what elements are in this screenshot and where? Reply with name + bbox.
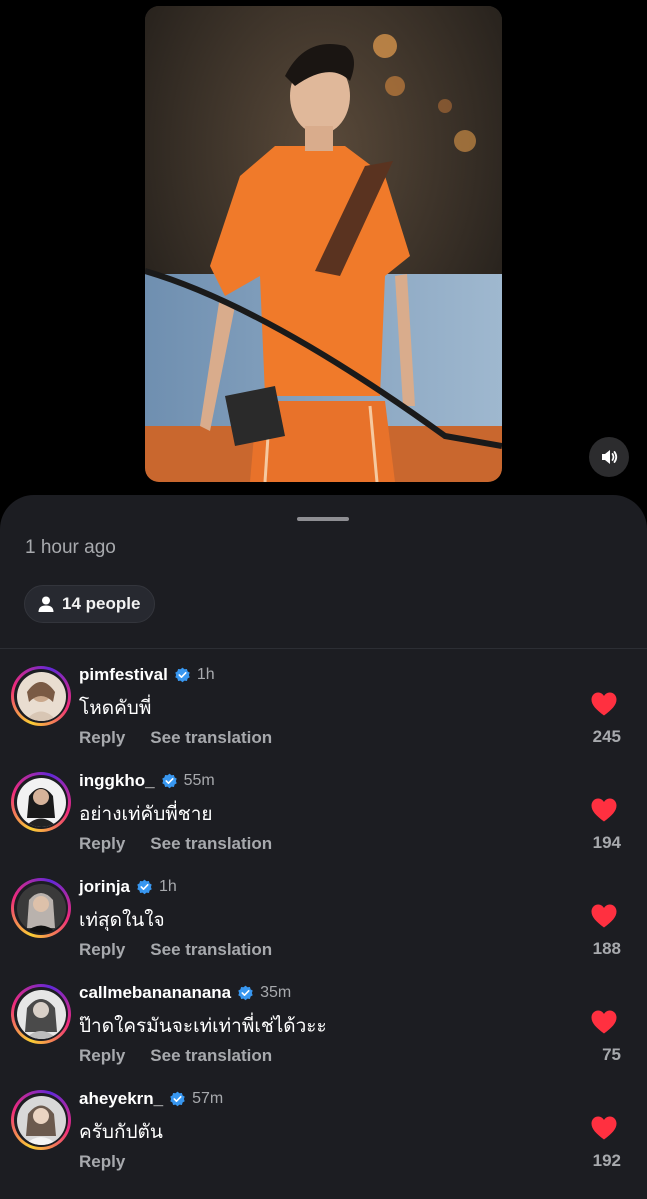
avatar-image bbox=[16, 1095, 66, 1145]
post-timestamp: 1 hour ago bbox=[25, 537, 116, 558]
comment-username[interactable]: pimfestival bbox=[79, 665, 168, 685]
heart-icon[interactable] bbox=[590, 1009, 618, 1035]
mute-button[interactable] bbox=[589, 437, 629, 477]
sheet-grabber[interactable] bbox=[297, 517, 349, 521]
comment-time: 1h bbox=[159, 878, 177, 895]
story-media-area bbox=[0, 0, 647, 500]
heart-icon[interactable] bbox=[590, 903, 618, 929]
audience-chip[interactable]: 14 people bbox=[24, 585, 156, 623]
reply-button[interactable]: Reply bbox=[79, 728, 125, 748]
comment-time: 1h bbox=[196, 666, 215, 683]
avatar[interactable] bbox=[11, 984, 71, 1044]
comment-list: pimfestival 1h โหดคับพี่ Reply See trans… bbox=[0, 655, 647, 1185]
like-count: 188 bbox=[592, 939, 621, 958]
verified-badge-icon bbox=[238, 985, 253, 1000]
reply-button[interactable]: Reply bbox=[79, 1046, 125, 1066]
avatar[interactable] bbox=[11, 878, 71, 938]
comment-time: 35m bbox=[260, 984, 292, 1001]
video-frame bbox=[145, 6, 502, 482]
comments-sheet: 1 hour ago 14 people pimfestival 1h โหดค… bbox=[0, 495, 647, 1199]
avatar-image bbox=[16, 671, 66, 721]
verified-badge-icon bbox=[170, 1091, 185, 1106]
comment-item: pimfestival 1h โหดคับพี่ Reply See trans… bbox=[0, 655, 647, 761]
avatar[interactable] bbox=[11, 1090, 71, 1150]
avatar-image bbox=[16, 777, 66, 827]
see-translation-button[interactable]: See translation bbox=[150, 728, 272, 748]
comment-time: 55m bbox=[183, 772, 215, 789]
speaker-icon bbox=[602, 450, 618, 464]
see-translation-button[interactable]: See translation bbox=[150, 940, 272, 960]
comment-item: jorinja 1h เท่สุดในใจ Reply See translat… bbox=[0, 867, 647, 973]
avatar[interactable] bbox=[11, 666, 71, 726]
person-icon bbox=[38, 596, 54, 612]
comment-username[interactable]: inggkho_ bbox=[79, 771, 155, 791]
audience-label: 14 people bbox=[62, 594, 141, 613]
divider bbox=[0, 648, 647, 649]
comment-time: 57m bbox=[192, 1090, 224, 1107]
comment-text: เท่สุดในใจ bbox=[79, 910, 165, 931]
comment-text: โหดคับพี่ bbox=[79, 698, 152, 719]
like-count: 192 bbox=[592, 1151, 621, 1170]
see-translation-button[interactable]: See translation bbox=[150, 834, 272, 854]
verified-badge-icon bbox=[137, 879, 152, 894]
comment-text: อย่างเท่คับพี่ชาย bbox=[79, 804, 213, 825]
reply-button[interactable]: Reply bbox=[79, 940, 125, 960]
comment-username[interactable]: jorinja bbox=[79, 877, 130, 897]
heart-icon[interactable] bbox=[590, 691, 618, 717]
avatar-image bbox=[16, 989, 66, 1039]
comment-text: ป๊าดใครมันจะเท่เท่าพี่เช่ได้วะะ bbox=[79, 1016, 327, 1037]
comment-item: inggkho_ 55m อย่างเท่คับพี่ชาย Reply See… bbox=[0, 761, 647, 867]
comment-username[interactable]: aheyekrn_ bbox=[79, 1089, 163, 1109]
comment-item: aheyekrn_ 57m ครับกัปตัน Reply 192 bbox=[0, 1079, 647, 1185]
verified-badge-icon bbox=[175, 667, 190, 682]
reply-button[interactable]: Reply bbox=[79, 834, 125, 854]
like-count: 75 bbox=[602, 1045, 621, 1064]
heart-icon[interactable] bbox=[590, 1115, 618, 1141]
see-translation-button[interactable]: See translation bbox=[150, 1046, 272, 1066]
story-video[interactable] bbox=[145, 6, 502, 482]
comment-username[interactable]: callmebanananana bbox=[79, 983, 231, 1003]
avatar-image bbox=[16, 883, 66, 933]
like-count: 194 bbox=[592, 833, 621, 852]
comment-item: callmebanananana 35m ป๊าดใครมันจะเท่เท่า… bbox=[0, 973, 647, 1079]
verified-badge-icon bbox=[161, 773, 177, 788]
heart-icon[interactable] bbox=[590, 797, 618, 823]
reply-button[interactable]: Reply bbox=[79, 1152, 125, 1172]
comment-text: ครับกัปตัน bbox=[79, 1122, 163, 1143]
like-count: 245 bbox=[592, 727, 621, 746]
avatar[interactable] bbox=[11, 772, 71, 832]
